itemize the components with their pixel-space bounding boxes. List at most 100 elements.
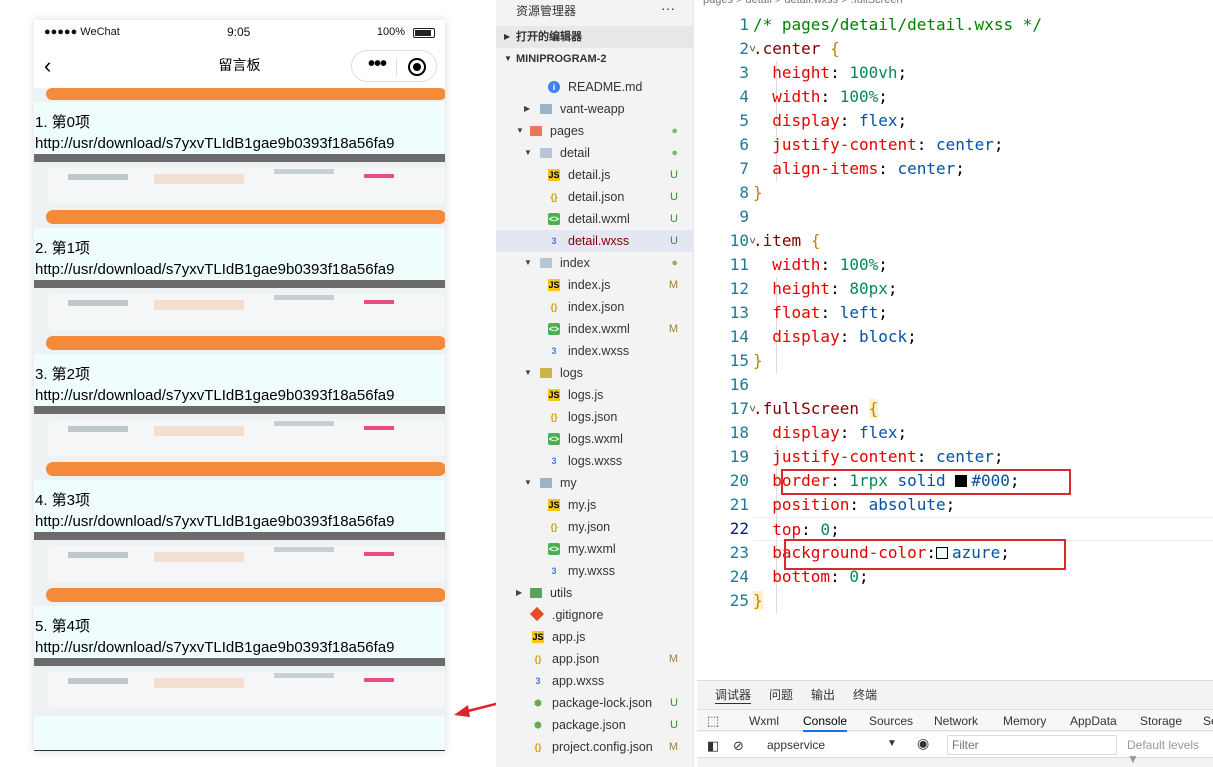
code-editor[interactable]: pages > detail > detail.wxss > .fullScre… xyxy=(697,0,1213,680)
folder-item[interactable]: ▶ utils xyxy=(496,582,694,604)
file-item[interactable]: {} index.json xyxy=(496,296,694,318)
capsule-divider xyxy=(396,58,397,76)
json-icon: {} xyxy=(534,742,542,752)
file-item[interactable]: JS detail.js U xyxy=(496,164,694,186)
tab-memory[interactable]: Memory xyxy=(1003,714,1046,728)
line-number: 5 xyxy=(739,111,749,130)
folder-item[interactable]: ▼ pages ● xyxy=(496,120,694,142)
wxml-icon: <> xyxy=(548,543,560,555)
code-line: justify-content: center; xyxy=(772,447,1004,466)
file-item[interactable]: 3 detail.wxss U xyxy=(496,230,694,252)
file-item[interactable]: {} detail.json U xyxy=(496,186,694,208)
file-item[interactable]: 3 app.wxss xyxy=(496,670,694,692)
item-image xyxy=(34,280,445,354)
bottom-panel: 调试器 问题 输出 终端 ⬚ Wxml Console Sources Netw… xyxy=(697,680,1213,767)
line-number: 16 xyxy=(729,375,749,394)
file-item[interactable]: ⬢ package-lock.json U xyxy=(496,692,694,714)
tab-network[interactable]: Network xyxy=(934,714,978,728)
item-url: http://usr/download/s7yxvTLIdB1gae9b0393… xyxy=(35,639,395,656)
folder-icon xyxy=(530,588,542,598)
log-levels-select[interactable]: Default levels ▼ xyxy=(1127,738,1213,766)
project-section[interactable]: ▼ MINIPROGRAM-2 xyxy=(496,48,694,70)
file-item[interactable]: JS app.js xyxy=(496,626,694,648)
open-editors-section[interactable]: ▶ 打开的编辑器 xyxy=(496,26,694,48)
eye-icon[interactable]: ◉ xyxy=(917,735,929,752)
clear-console-icon[interactable]: ⊘ xyxy=(733,738,744,754)
tab-more[interactable]: Se xyxy=(1203,714,1213,728)
tab-storage[interactable]: Storage xyxy=(1140,714,1182,728)
folder-item[interactable]: ▼ logs xyxy=(496,362,694,384)
inspect-icon[interactable]: ⬚ xyxy=(707,713,719,729)
code-area[interactable]: /* pages/detail/detail.wxss */ ˅ .center … xyxy=(749,13,1213,613)
file-item[interactable]: {} app.json M xyxy=(496,648,694,670)
line-number: 3 xyxy=(739,63,749,82)
file-item[interactable]: 3 index.wxss xyxy=(496,340,694,362)
file-name: app.js xyxy=(552,630,586,644)
folder-item[interactable]: ▼ index ● xyxy=(496,252,694,274)
tab-sources[interactable]: Sources xyxy=(869,714,913,728)
file-item[interactable]: <> index.wxml M xyxy=(496,318,694,340)
filter-input[interactable] xyxy=(947,735,1117,755)
line-number: 13 xyxy=(729,303,749,322)
line-number: 19 xyxy=(729,447,749,466)
folder-item[interactable]: ▼ detail ● xyxy=(496,142,694,164)
file-item[interactable]: {} my.json xyxy=(496,516,694,538)
breadcrumb[interactable]: pages > detail > detail.wxss > .fullScre… xyxy=(703,0,903,8)
file-item[interactable]: <> detail.wxml U xyxy=(496,208,694,230)
line-number: 4 xyxy=(739,87,749,106)
list-item[interactable]: 1. 第0项 http://usr/download/s7yxvTLIdB1ga… xyxy=(34,112,445,228)
chevron-down-icon[interactable]: ▼ xyxy=(887,738,897,749)
list-item[interactable]: 2. 第1项 http://usr/download/s7yxvTLIdB1ga… xyxy=(34,238,445,354)
folder-item[interactable]: ▶ vant-weapp xyxy=(496,98,694,120)
tab-output[interactable]: 输出 xyxy=(811,686,835,703)
tab-terminal[interactable]: 终端 xyxy=(853,686,877,703)
sidebar-toggle-icon[interactable]: ◧ xyxy=(707,738,719,754)
code-line: } xyxy=(753,183,763,202)
git-status-badge: U xyxy=(670,191,678,203)
item-title: 5. 第4项 xyxy=(35,618,91,635)
folder-icon xyxy=(530,126,542,136)
tab-console[interactable]: Console xyxy=(803,714,848,732)
file-item[interactable]: i README.md xyxy=(496,76,694,98)
code-line: display: flex; xyxy=(772,111,908,130)
list-item[interactable]: 3. 第2项 http://usr/download/s7yxvTLIdB1ga… xyxy=(34,364,445,480)
file-item[interactable]: JS my.js xyxy=(496,494,694,516)
tab-wxml[interactable]: Wxml xyxy=(749,714,779,728)
file-item[interactable]: {} project.config.json M xyxy=(496,736,694,758)
folder-item[interactable]: ▼ my xyxy=(496,472,694,494)
item-image xyxy=(34,88,445,102)
file-item[interactable]: 3 my.wxss xyxy=(496,560,694,582)
file-item[interactable]: JS index.js M xyxy=(496,274,694,296)
list-item[interactable]: 4. 第3项 http://usr/download/s7yxvTLIdB1ga… xyxy=(34,490,445,606)
git-status-badge: U xyxy=(670,719,678,731)
code-line-current: top: 0; xyxy=(753,517,1213,541)
close-miniprogram-icon[interactable] xyxy=(408,58,426,76)
code-line: position: absolute; xyxy=(772,495,956,514)
file-item[interactable]: 3 logs.wxss xyxy=(496,450,694,472)
file-item[interactable]: ⬢ package.json U xyxy=(496,714,694,736)
file-name: package-lock.json xyxy=(552,696,653,710)
wxml-icon: <> xyxy=(548,433,560,445)
more-icon[interactable]: ••• xyxy=(360,53,394,76)
file-item[interactable]: <> logs.wxml xyxy=(496,428,694,450)
more-actions-icon[interactable]: ··· xyxy=(661,0,675,16)
folder-icon xyxy=(540,478,552,488)
file-name: app.json xyxy=(552,652,600,666)
list-item[interactable]: 5. 第4项 http://usr/download/s7yxvTLIdB1ga… xyxy=(34,616,445,716)
context-select[interactable]: appservice xyxy=(767,738,825,752)
folder-icon xyxy=(540,104,552,114)
file-name: logs.json xyxy=(568,410,618,424)
file-item[interactable]: JS logs.js xyxy=(496,384,694,406)
file-item[interactable]: .gitignore xyxy=(496,604,694,626)
tab-debugger[interactable]: 调试器 xyxy=(715,686,752,704)
file-item[interactable]: {} logs.json xyxy=(496,406,694,428)
item-url: http://usr/download/s7yxvTLIdB1gae9b0393… xyxy=(35,135,395,152)
battery-icon xyxy=(413,28,435,38)
file-name: my.json xyxy=(568,520,611,534)
file-item[interactable]: <> my.wxml xyxy=(496,538,694,560)
tab-appdata[interactable]: AppData xyxy=(1070,714,1117,728)
tab-problems[interactable]: 问题 xyxy=(769,686,793,703)
item-image xyxy=(34,406,445,480)
line-number: 22 xyxy=(729,519,749,538)
